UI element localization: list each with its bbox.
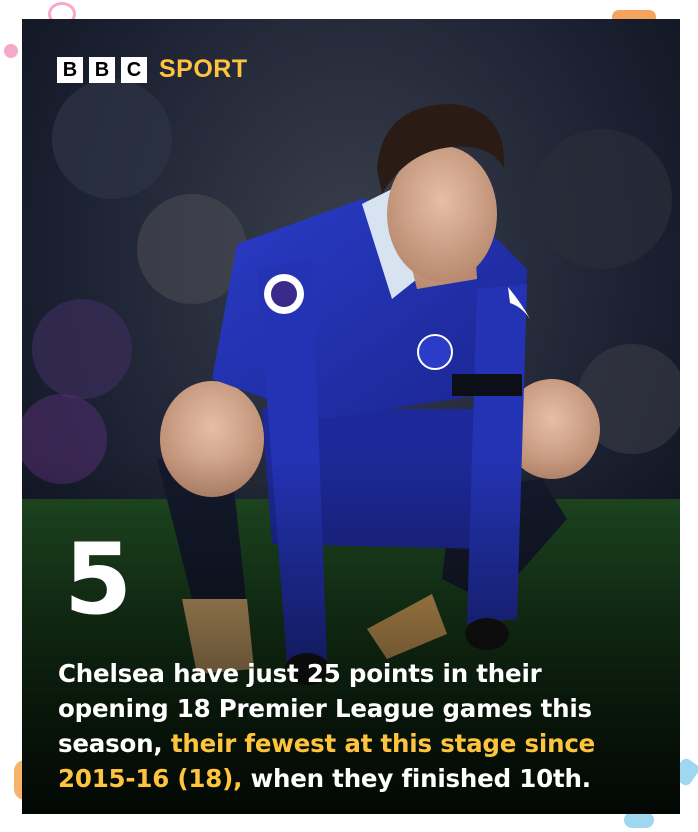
decorative-blob [4,44,18,58]
bbc-letter-box: B [89,56,115,83]
stat-number: 5 [64,523,133,637]
bbc-sport-logo: B B C SPORT [57,55,248,84]
sport-wordmark: SPORT [159,55,248,83]
stat-caption: Chelsea have just 25 points in their ope… [58,656,658,796]
frame: B B C SPORT 5 Chelsea have just 25 point… [0,0,698,832]
stat-card: B B C SPORT 5 Chelsea have just 25 point… [22,19,680,814]
decorative-blob [624,812,654,828]
bbc-letter-box: B [57,56,83,83]
bbc-letter-box: C [121,56,147,83]
caption-text: when they finished 10th. [242,764,591,793]
